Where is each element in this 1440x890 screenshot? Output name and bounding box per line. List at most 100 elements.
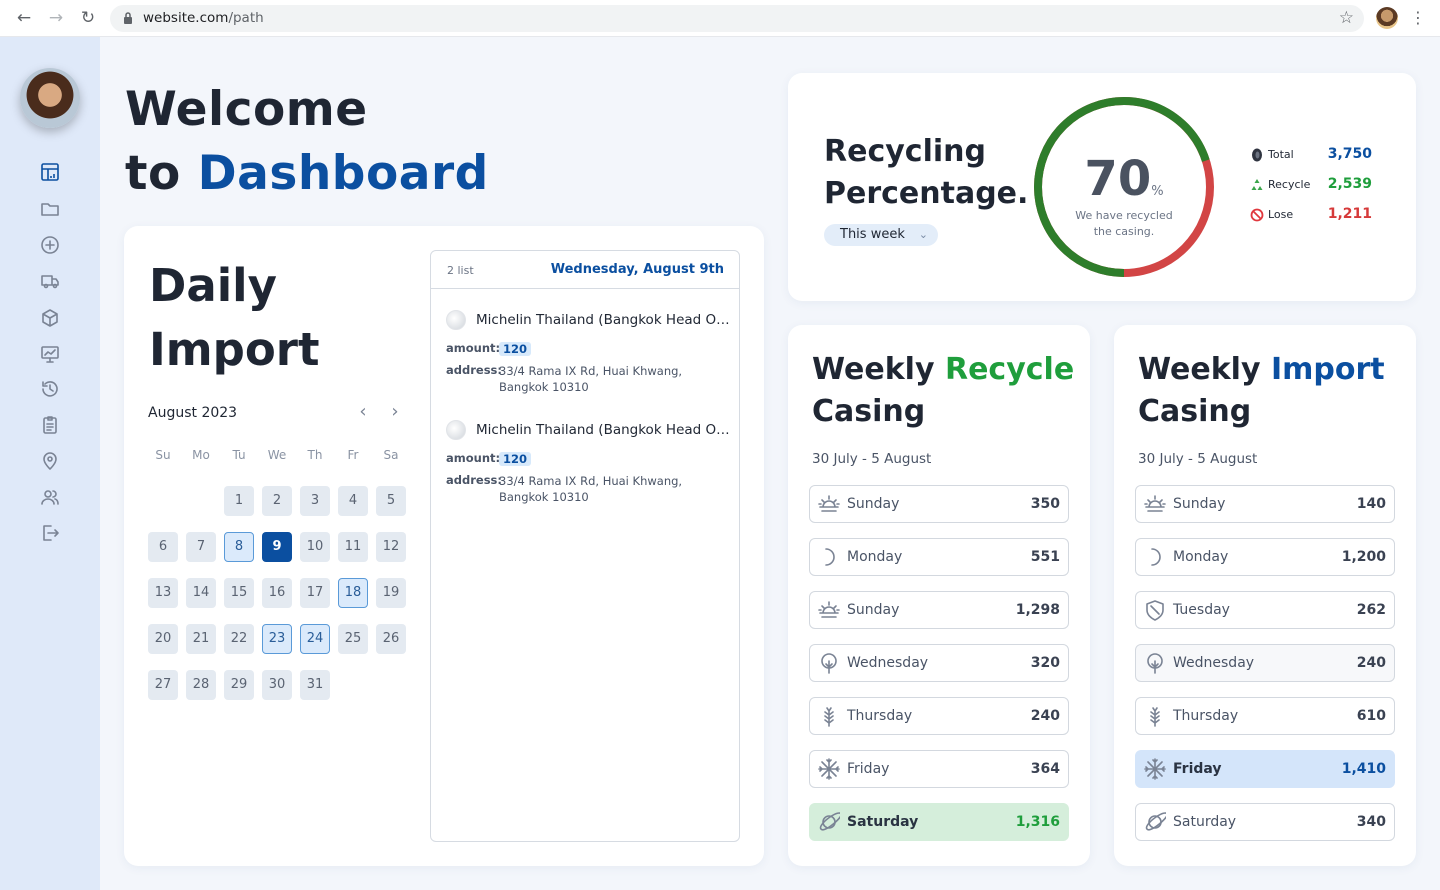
back-icon[interactable]: ← <box>14 8 34 28</box>
calendar-day[interactable]: 26 <box>376 624 406 654</box>
calendar-day[interactable]: 30 <box>262 670 292 700</box>
legend-value: 1,211 <box>1327 206 1372 222</box>
calendar-day[interactable]: 25 <box>338 624 368 654</box>
calendar-day[interactable]: 21 <box>186 624 216 654</box>
recycling-percentage-card: Recycling Percentage. This week ⌄ 70% We… <box>788 73 1416 301</box>
day-row[interactable]: Wednesday 320 <box>809 644 1069 682</box>
profile-avatar[interactable] <box>1376 7 1398 29</box>
bookmark-star-icon[interactable]: ☆ <box>1339 8 1354 28</box>
weekly-import-title: Weekly Import Casing <box>1138 352 1385 429</box>
calendar-day[interactable]: 4 <box>338 486 368 516</box>
clipboard-icon[interactable] <box>38 413 62 437</box>
user-avatar[interactable] <box>20 68 80 128</box>
day-row[interactable]: Monday 551 <box>809 538 1069 576</box>
plus-circle-icon[interactable] <box>38 233 62 257</box>
calendar-day[interactable]: 23 <box>262 624 292 654</box>
address-bar[interactable]: website.com/path ☆ <box>110 5 1364 32</box>
recycling-title: Recycling Percentage. <box>824 134 1029 211</box>
calendar-day[interactable]: 19 <box>376 578 406 608</box>
period-select[interactable]: This week ⌄ <box>824 224 938 246</box>
chevron-left-icon[interactable]: ‹ <box>353 401 373 423</box>
calendar-day[interactable]: 29 <box>224 670 254 700</box>
monitor-chart-icon[interactable] <box>38 342 62 366</box>
day-label: Wednesday <box>847 655 929 671</box>
day-row[interactable]: Saturday 1,316 <box>809 803 1069 841</box>
calendar-day[interactable]: 12 <box>376 532 406 562</box>
daily-import-title: Daily Import <box>149 259 320 376</box>
calendar-day[interactable]: 17 <box>300 578 330 608</box>
calendar-day[interactable]: 6 <box>148 532 178 562</box>
calendar-day[interactable]: 9 <box>262 532 292 562</box>
calendar-day[interactable]: 5 <box>376 486 406 516</box>
calendar-day[interactable]: 14 <box>186 578 216 608</box>
day-row[interactable]: Thursday 240 <box>809 697 1069 735</box>
day-row[interactable]: Friday 364 <box>809 750 1069 788</box>
calendar-day[interactable]: 16 <box>262 578 292 608</box>
box-icon[interactable] <box>38 306 62 330</box>
day-row[interactable]: Monday 1,200 <box>1135 538 1395 576</box>
calendar-day[interactable]: 8 <box>224 532 254 562</box>
weekday-label: Mo <box>192 448 210 462</box>
calendar-day[interactable]: 7 <box>186 532 216 562</box>
calendar-day[interactable]: 2 <box>262 486 292 516</box>
calendar-day[interactable]: 3 <box>300 486 330 516</box>
shield-icon <box>1144 599 1166 621</box>
history-icon[interactable] <box>38 377 62 401</box>
calendar-day[interactable]: 22 <box>224 624 254 654</box>
legend-label: Lose <box>1268 208 1294 221</box>
donut-subtitle: We have recycled the casing. <box>1075 209 1173 238</box>
tree-icon <box>1144 652 1166 674</box>
reload-icon[interactable]: ↻ <box>78 8 98 28</box>
calendar-day[interactable]: 27 <box>148 670 178 700</box>
calendar-day[interactable]: 10 <box>300 532 330 562</box>
chevron-right-icon[interactable]: › <box>385 401 405 423</box>
day-row[interactable]: Thursday 610 <box>1135 697 1395 735</box>
planet-icon <box>818 811 842 833</box>
day-label: Thursday <box>1173 708 1239 724</box>
company-name: Michelin Thailand (Bangkok Head Offi... <box>476 422 730 438</box>
users-icon[interactable] <box>38 485 62 509</box>
truck-icon[interactable] <box>38 269 62 293</box>
url-text: website.com/path <box>143 10 264 26</box>
dashboard-icon[interactable] <box>38 160 62 184</box>
calendar-day[interactable]: 24 <box>300 624 330 654</box>
legend-label: Recycle <box>1268 178 1311 191</box>
calendar-day[interactable]: 13 <box>148 578 178 608</box>
day-label: Wednesday <box>1173 655 1255 671</box>
location-icon[interactable] <box>38 449 62 473</box>
weekly-recycle-title: Weekly Recycle Casing <box>812 352 1075 429</box>
day-row[interactable]: Sunday 350 <box>809 485 1069 523</box>
day-row[interactable]: Sunday 1,298 <box>809 591 1069 629</box>
sunrise-icon <box>818 493 840 515</box>
day-label: Sunday <box>847 602 900 618</box>
day-value: 1,410 <box>1341 761 1386 777</box>
calendar-day[interactable]: 31 <box>300 670 330 700</box>
day-row[interactable]: Wednesday 240 <box>1135 644 1395 682</box>
amount-badge: 120 <box>499 342 532 356</box>
list-item[interactable]: Michelin Thailand (Bangkok Head Offi... … <box>446 419 730 505</box>
calendar-day[interactable]: 11 <box>338 532 368 562</box>
weekday-label: Tu <box>232 448 246 462</box>
calendar-day[interactable]: 18 <box>338 578 368 608</box>
calendar-day[interactable]: 15 <box>224 578 254 608</box>
calendar-day[interactable]: 20 <box>148 624 178 654</box>
calendar-day[interactable]: 28 <box>186 670 216 700</box>
more-menu-icon[interactable]: ⋮ <box>1410 8 1426 27</box>
list-item[interactable]: Michelin Thailand (Bangkok Head Offi... … <box>446 309 730 395</box>
snowflake-icon <box>1144 758 1166 780</box>
day-row[interactable]: Saturday 340 <box>1135 803 1395 841</box>
forward-icon[interactable]: → <box>46 8 66 28</box>
day-row[interactable]: Friday 1,410 <box>1135 750 1395 788</box>
folder-icon[interactable] <box>38 197 62 221</box>
sidebar <box>0 37 100 890</box>
day-value: 1,298 <box>1015 602 1060 618</box>
planet-icon <box>1144 811 1168 833</box>
day-value: 551 <box>1030 549 1060 565</box>
day-row[interactable]: Sunday 140 <box>1135 485 1395 523</box>
address-label: address: <box>446 363 502 377</box>
calendar-day[interactable]: 1 <box>224 486 254 516</box>
day-row[interactable]: Tuesday 262 <box>1135 591 1395 629</box>
day-value: 1,316 <box>1015 814 1060 830</box>
logout-icon[interactable] <box>38 521 62 545</box>
weekday-label: Sa <box>383 448 399 462</box>
